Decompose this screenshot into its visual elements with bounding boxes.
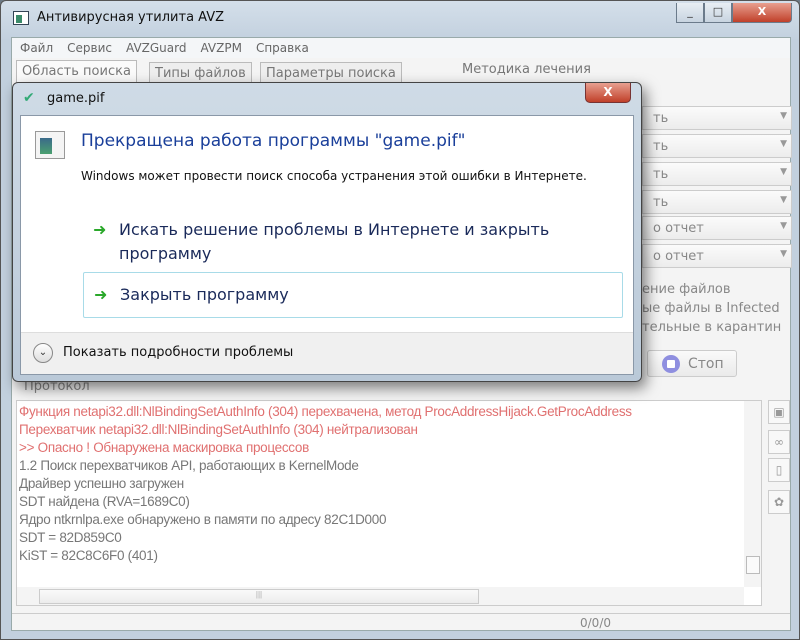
minimize-button[interactable]: _ <box>676 3 704 23</box>
menu-file[interactable]: Файл <box>20 41 53 55</box>
dialog-close-button[interactable]: X <box>585 83 631 103</box>
checkbox-label[interactable]: ение файлов <box>642 282 731 297</box>
option-label: Закрыть программу <box>120 285 289 304</box>
pif-icon: ✔ <box>23 90 35 106</box>
chevron-down-icon: ▼ <box>780 111 787 121</box>
log-line: SDT найдена (RVA=1689C0) <box>19 494 190 509</box>
tab-search-area[interactable]: Область поиска <box>16 60 137 84</box>
dialog-subtext: Windows может провести поиск способа уст… <box>81 169 587 183</box>
dropdown-value: ть <box>653 195 669 210</box>
close-button[interactable]: X <box>732 3 792 23</box>
dialog-body: Прекращена работа программы "game.pif" W… <box>20 115 634 375</box>
menu-help[interactable]: Справка <box>256 41 309 55</box>
vertical-scroll-thumb[interactable] <box>746 556 760 574</box>
log-line: SDT = 82D859C0 <box>19 530 122 545</box>
dropdown-value: о отчет <box>653 221 704 236</box>
dropdown-value: о отчет <box>653 249 704 264</box>
dropdown[interactable]: ть ▼ <box>642 134 792 158</box>
chevron-down-icon[interactable]: ⌄ <box>33 343 53 363</box>
menu-avzguard[interactable]: AVZGuard <box>126 41 186 55</box>
log-line: Функция netapi32.dll:NlBindingSetAuthInf… <box>19 404 632 419</box>
search-solution-option[interactable]: ➜ Искать решение проблемы в Интернете и з… <box>83 212 623 272</box>
arrow-right-icon: ➜ <box>94 285 108 304</box>
dialog-footer: ⌄ Показать подробности проблемы <box>21 332 633 374</box>
menu-service[interactable]: Сервис <box>67 41 112 55</box>
menu-avzpm[interactable]: AVZPM <box>200 41 241 55</box>
log-line: Ядро ntkrnlpa.exe обнаружено в памяти по… <box>19 512 387 527</box>
horizontal-scroll-thumb[interactable]: ||| <box>39 589 479 604</box>
dialog-heading: Прекращена работа программы "game.pif" <box>81 131 466 151</box>
glasses-icon[interactable]: ∞ <box>768 430 790 454</box>
application-icon <box>35 131 65 159</box>
menu-bar: Файл Сервис AVZGuard AVZPM Справка <box>12 38 790 58</box>
close-program-option[interactable]: ➜ Закрыть программу <box>83 272 623 318</box>
maximize-button[interactable]: □ <box>704 3 732 23</box>
dropdown[interactable]: о отчет ▼ <box>642 244 792 268</box>
log-line: KiST = 82C8C6F0 (401) <box>19 548 158 563</box>
stop-label: Стоп <box>688 356 724 372</box>
log-line: Перехватчик netapi32.dll:NlBindingSetAut… <box>19 422 418 437</box>
globe-icon[interactable]: ✿ <box>768 490 790 514</box>
status-bar: 0/0/0 <box>12 613 790 631</box>
app-icon <box>13 11 29 25</box>
show-details-link[interactable]: Показать подробности проблемы <box>63 345 293 360</box>
protocol-log[interactable]: Функция netapi32.dll:NlBindingSetAuthInf… <box>16 400 762 606</box>
log-line: 1.2 Поиск перехватчиков API, работающих … <box>19 458 359 473</box>
chevron-down-icon: ▼ <box>780 139 787 149</box>
stop-icon <box>662 355 680 373</box>
arrow-right-icon: ➜ <box>93 220 107 239</box>
stop-button[interactable]: Стоп <box>647 350 737 377</box>
document-icon[interactable]: ▯ <box>768 458 790 482</box>
dialog-title: game.pif <box>47 91 105 106</box>
treatment-method-label: Методика лечения <box>462 62 591 77</box>
chevron-down-icon: ▼ <box>780 249 787 259</box>
dropdown[interactable]: ть ▼ <box>642 190 792 214</box>
dropdown[interactable]: ть ▼ <box>642 162 792 186</box>
save-icon[interactable]: ▣ <box>768 400 790 424</box>
window-title: Антивирусная утилита AVZ <box>37 10 225 25</box>
dropdown-value: ть <box>653 167 669 182</box>
dropdown-value: ть <box>653 139 669 154</box>
chevron-down-icon: ▼ <box>780 167 787 177</box>
dropdown[interactable]: о отчет ▼ <box>642 216 792 240</box>
chevron-down-icon: ▼ <box>780 221 787 231</box>
status-counter: 0/0/0 <box>580 616 611 630</box>
error-dialog: ✔ game.pif X Прекращена работа программы… <box>12 82 642 382</box>
tab-search-params[interactable]: Параметры поиска <box>260 62 402 84</box>
dropdown[interactable]: ть ▼ <box>642 106 792 130</box>
chevron-down-icon: ▼ <box>780 195 787 205</box>
dropdown-value: ть <box>653 111 669 126</box>
checkbox-label[interactable]: ые файлы в Infected <box>642 301 780 316</box>
log-line: Драйвер успешно загружен <box>19 476 184 491</box>
tab-file-types[interactable]: Типы файлов <box>149 62 252 84</box>
checkbox-label[interactable]: тельные в карантин <box>642 320 781 335</box>
log-line: >> Опасно ! Обнаружена маскировка процес… <box>19 440 309 455</box>
option-label: Искать решение проблемы в Интернете и за… <box>119 220 550 263</box>
